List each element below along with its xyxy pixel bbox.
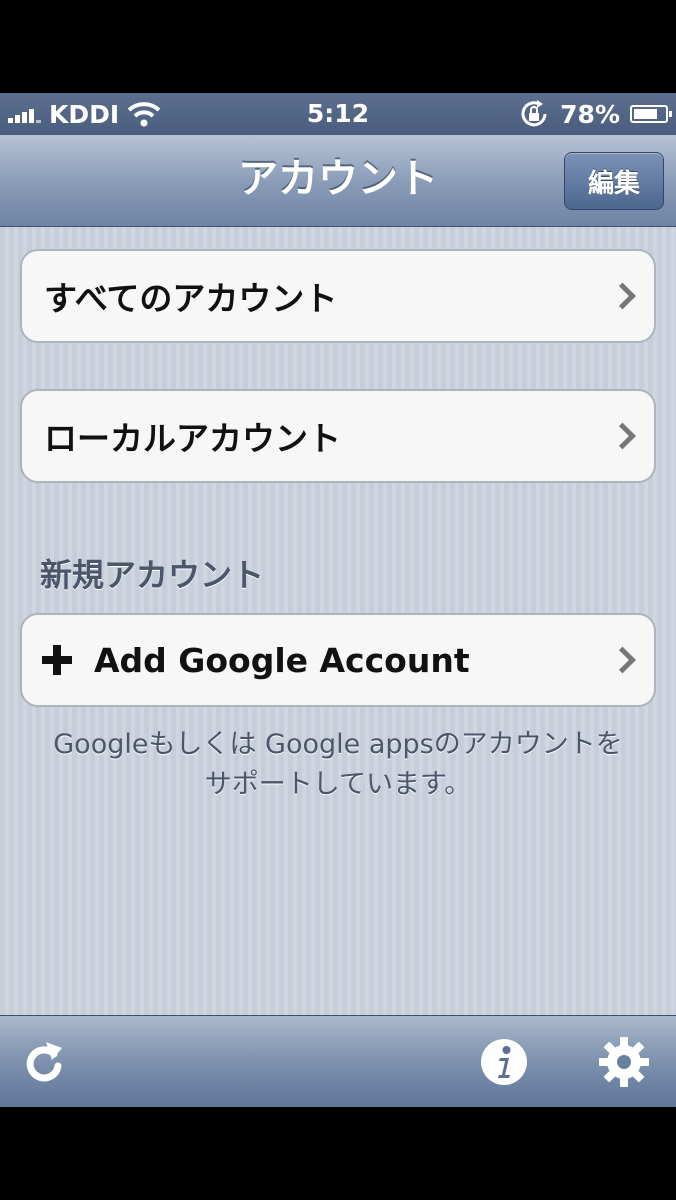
status-bar: KDDI 5:12 78% <box>0 93 676 135</box>
battery-icon <box>630 105 672 123</box>
add-google-account-label: Add Google Account <box>94 640 470 680</box>
all-accounts-cell[interactable]: すべてのアカウント <box>20 249 656 343</box>
all-accounts-label: すべてのアカウント <box>44 279 338 318</box>
edit-button[interactable]: 編集 <box>564 152 664 210</box>
local-accounts-label: ローカルアカウント <box>44 419 341 458</box>
orientation-lock-icon <box>521 100 547 127</box>
navigation-bar: アカウント 編集 <box>0 135 676 227</box>
refresh-icon <box>26 1042 62 1082</box>
local-accounts-cell[interactable]: ローカルアカウント <box>20 389 656 483</box>
accounts-list: すべてのアカウント ローカルアカウント 新規アカウント Add Google A… <box>0 227 676 1015</box>
settings-gear-icon <box>599 1037 649 1087</box>
chevron-right-icon <box>609 646 636 674</box>
refresh-button[interactable] <box>16 1034 72 1090</box>
bottom-toolbar <box>0 1015 676 1107</box>
battery-fill <box>634 109 657 119</box>
google-support-note: Googleもしくは Google appsのアカウントをサポートしています。 <box>53 729 623 800</box>
chevron-right-icon <box>609 422 636 450</box>
add-google-account-cell[interactable]: Add Google Account <box>20 613 656 707</box>
new-account-section-header: 新規アカウント <box>40 556 265 594</box>
status-right: 78% <box>518 93 672 135</box>
app-screen: KDDI 5:12 78% アカウント 編集 すべてのアカウント ローカルアカウ… <box>0 93 676 1107</box>
battery-percent: 78% <box>560 99 620 129</box>
plus-icon <box>42 645 72 675</box>
chevron-right-icon <box>609 282 636 310</box>
info-icon <box>481 1039 527 1085</box>
settings-button[interactable] <box>596 1034 652 1090</box>
info-button[interactable] <box>476 1034 532 1090</box>
